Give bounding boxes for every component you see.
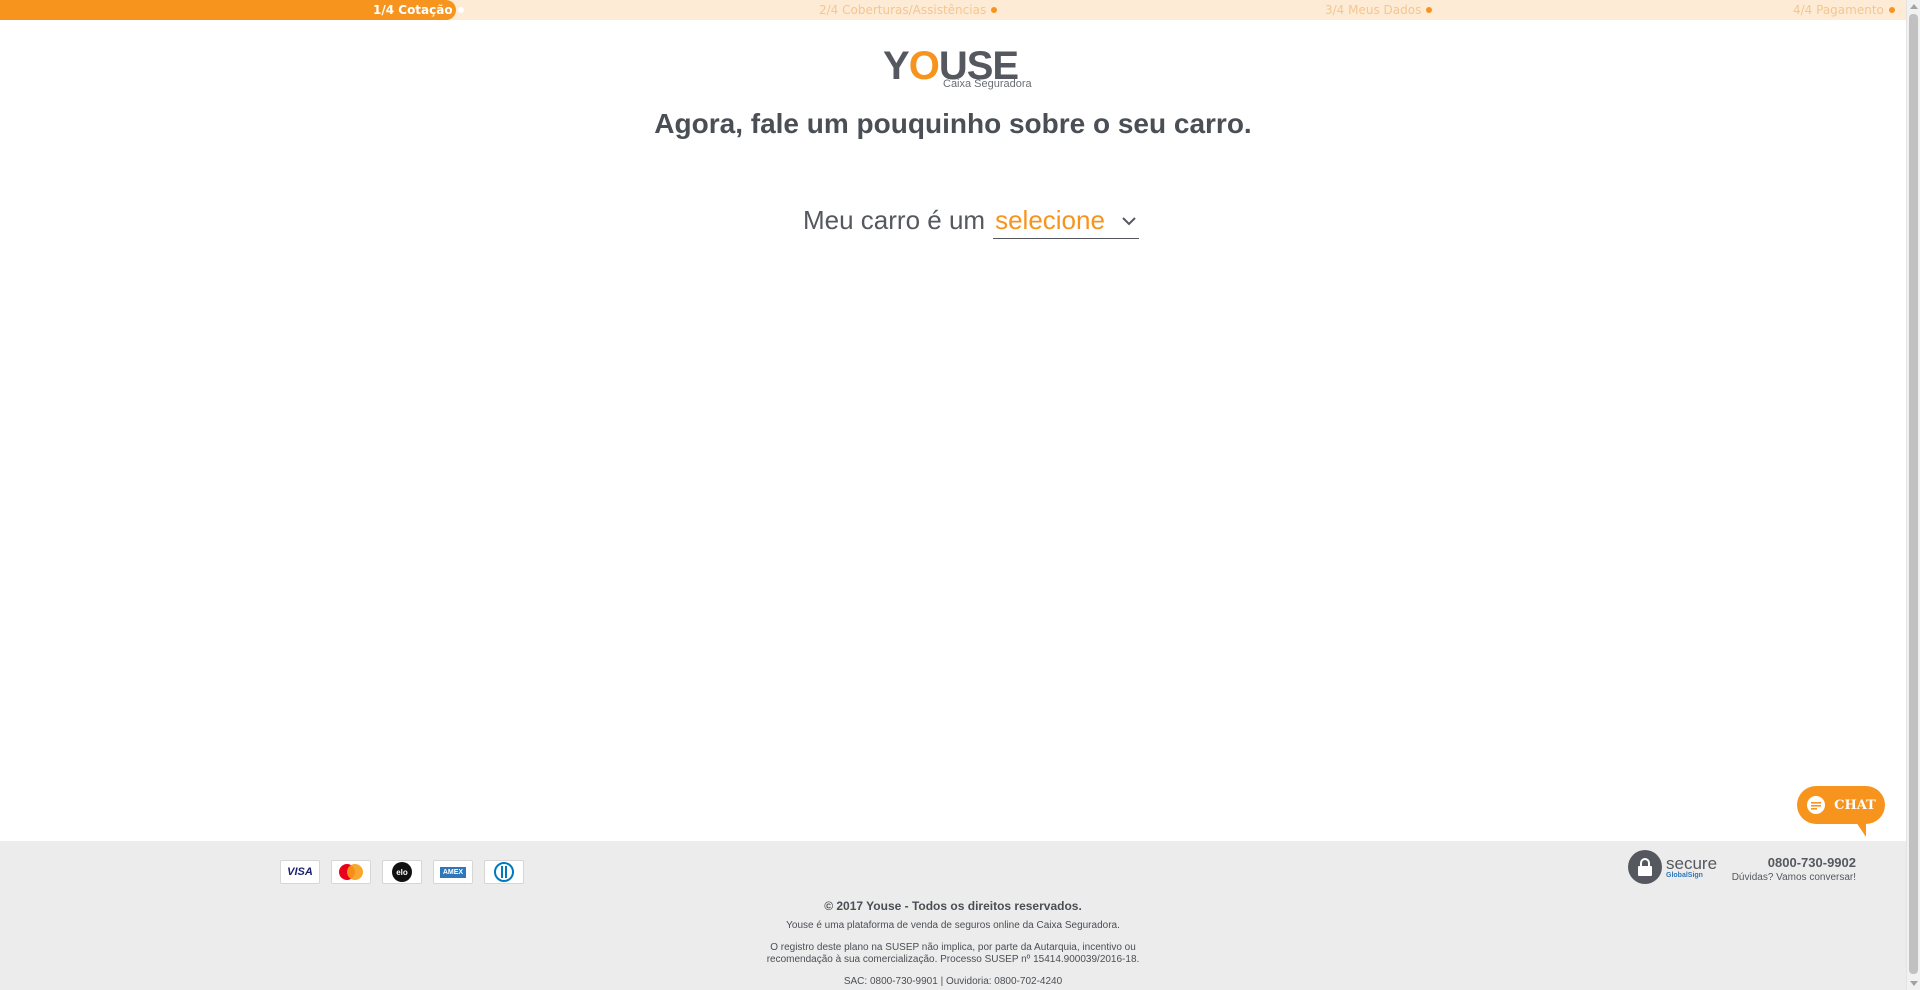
sac-note: SAC: 0800-730-9901 | Ouvidoria: 0800-702… [843, 976, 1063, 987]
svg-text:elo: elo [396, 868, 408, 877]
step-label: 3/4 Meus Dados [1325, 3, 1422, 17]
page-scrollbar[interactable] [1906, 0, 1920, 990]
step-dot-icon [457, 7, 464, 13]
youse-logo[interactable]: YOUSE Caixa Seguradora [883, 46, 1032, 92]
copyright: © 2017 Youse - Todos os direitos reserva… [824, 899, 1082, 913]
secure-text: secure GlobalSign [1666, 854, 1718, 879]
step-label: 4/4 Pagamento [1793, 3, 1884, 17]
phone-caption: Dúvidas? Vamos conversar! [1731, 872, 1856, 883]
step-cotacao[interactable]: 1/4 Cotação [373, 2, 464, 18]
contact-phone[interactable]: 0800-730-9902 Dúvidas? Vamos conversar! [1732, 855, 1856, 883]
chevron-down-icon [1122, 216, 1136, 225]
platform-note: Youse é uma plataforma de venda de segur… [786, 920, 1120, 931]
footer: VISA elo AMEX secure GlobalSign 0800-730… [0, 841, 1906, 990]
amex-icon: AMEX [433, 860, 473, 884]
lock-icon [1628, 850, 1662, 884]
step-coberturas[interactable]: 2/4 Coberturas/Assistências [819, 2, 998, 18]
step-label: 2/4 Coberturas/Assistências [819, 3, 987, 17]
step-dot-icon [991, 7, 998, 13]
chat-button[interactable]: CHAT [1797, 786, 1885, 824]
select-value: selecione [995, 205, 1105, 235]
scroll-thumb[interactable] [1909, 14, 1918, 974]
step-meus-dados[interactable]: 3/4 Meus Dados [1325, 2, 1433, 18]
susep-note: O registro deste plano na SUSEP não impl… [766, 942, 1140, 965]
visa-icon: VISA [280, 860, 320, 884]
page-title: Agora, fale um pouquinho sobre o seu car… [654, 108, 1252, 139]
progress-bar: 1/4 Cotação 2/4 Coberturas/Assistências … [0, 0, 1906, 20]
elo-icon: elo [382, 860, 422, 884]
step-dot-icon [1888, 7, 1895, 13]
chat-label: CHAT [1834, 797, 1876, 813]
chat-tail [1854, 819, 1866, 837]
car-question: Meu carro é um selecione [803, 205, 1139, 239]
scroll-down-icon[interactable] [1910, 981, 1918, 986]
scroll-up-icon[interactable] [1910, 4, 1918, 9]
logo-subtitle: Caixa Seguradora [943, 78, 1032, 90]
step-pagamento[interactable]: 4/4 Pagamento [1793, 2, 1895, 18]
diners-icon [484, 860, 524, 884]
mastercard-icon [331, 860, 371, 884]
car-type-select[interactable]: selecione [993, 205, 1139, 239]
step-dot-icon [1426, 7, 1433, 13]
payment-cards: VISA elo AMEX [280, 860, 524, 884]
chat-bubble-icon [1807, 796, 1826, 814]
secure-seal[interactable]: secure GlobalSign [1628, 850, 1717, 884]
question-label: Meu carro é um [803, 205, 986, 235]
step-label: 1/4 Cotação [373, 3, 453, 17]
phone-number: 0800-730-9902 [1767, 855, 1856, 870]
